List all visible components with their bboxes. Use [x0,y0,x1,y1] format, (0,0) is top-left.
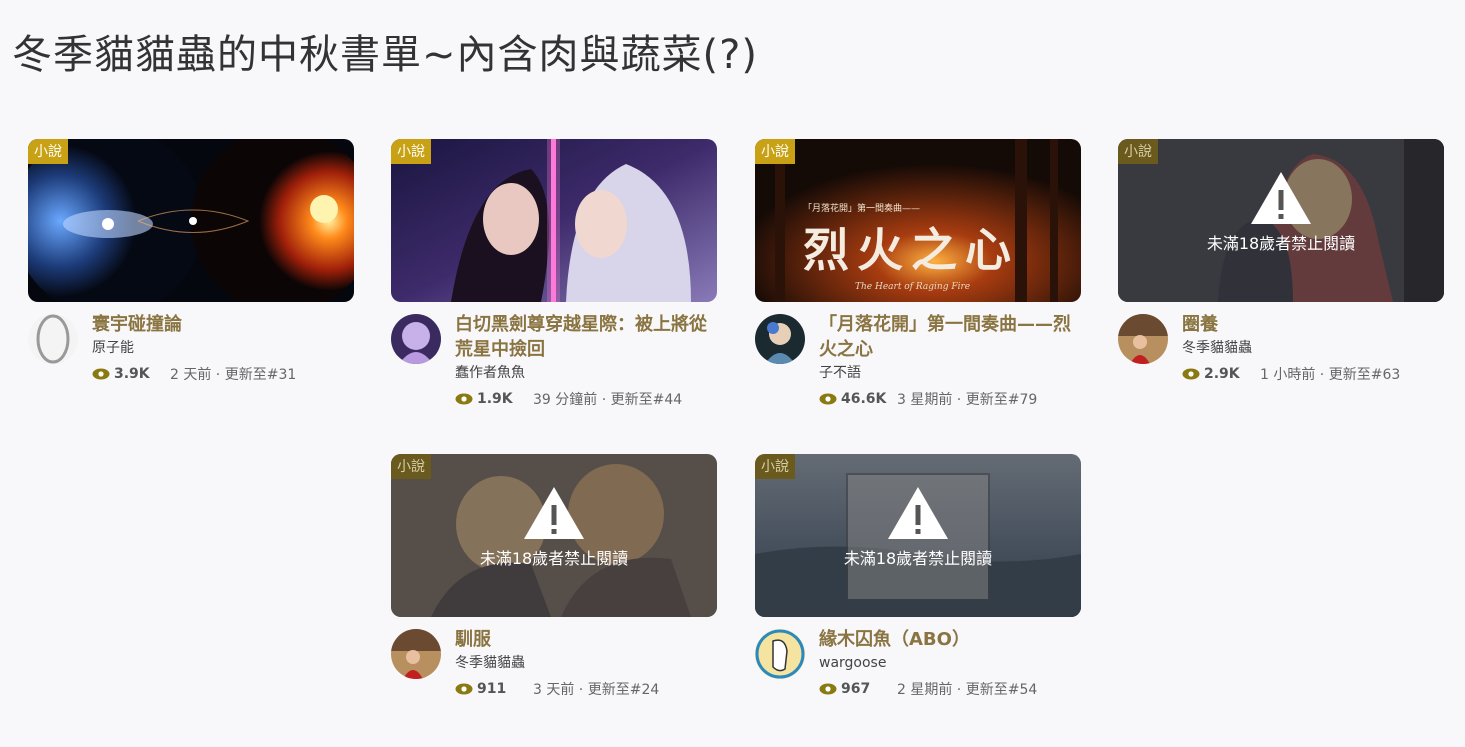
book-card[interactable]: 小說 白切黑劍尊穿越星際：被上將從荒星中撿回 蠢作者魚魚 1.9K 39 分鐘前… [391,139,717,432]
eye-icon [455,393,473,405]
book-title[interactable]: 馴服 [455,627,717,652]
book-title[interactable]: 寰宇碰撞論 [92,312,354,337]
book-title[interactable]: 白切黑劍尊穿越星際：被上將從荒星中撿回 [455,312,717,362]
category-tag: 小說 [391,139,431,164]
age-restriction-overlay: 未滿18歲者禁止閱讀 [755,454,1081,617]
warning-icon [524,486,584,539]
book-cover[interactable]: 小說 [28,139,354,302]
warning-icon [888,486,948,539]
warning-icon [1251,171,1311,224]
update-info: 2 星期前 · 更新至#54 [897,682,1038,698]
view-count: 3.9K [114,366,150,382]
author-avatar[interactable] [755,629,805,679]
book-card[interactable]: 小說 未滿18歲者禁止閱讀 馴服 冬季貓貓蟲 911 3 天前 · 更新至#24 [391,454,717,747]
book-cover[interactable]: 小說 未滿18歲者禁止閱讀 [755,454,1081,617]
book-card[interactable]: 小說 「月落花開」第一間奏曲—— 烈火之心 The Heart of Ragin… [755,139,1081,432]
book-cover[interactable]: 小說 「月落花開」第一間奏曲—— 烈火之心 The Heart of Ragin… [755,139,1081,302]
view-count: 967 [841,681,871,697]
update-info: 3 星期前 · 更新至#79 [897,392,1038,408]
author-avatar[interactable] [755,314,805,364]
eye-icon [1182,368,1200,380]
book-cover[interactable]: 小說 未滿18歲者禁止閱讀 [1118,139,1444,302]
view-count: 2.9K [1204,366,1240,382]
author-name[interactable]: 蠢作者魚魚 [455,363,717,383]
view-count: 911 [477,681,507,697]
eye-icon [819,393,837,405]
category-tag: 小說 [391,454,431,479]
book-card[interactable]: 小說 未滿18歲者禁止閱讀 圈養 冬季貓貓蟲 2.9K 1 小時前 · 更新至#… [1118,139,1444,432]
book-card[interactable]: 小說 未滿18歲者禁止閱讀 緣木囚魚（ABO） wargoose 967 2 星… [755,454,1081,747]
book-title[interactable]: 「月落花開」第一間奏曲——烈火之心 [819,312,1081,362]
cover-image: 「月落花開」第一間奏曲—— 烈火之心 The Heart of Raging F… [755,139,1081,302]
category-tag: 小說 [1118,139,1158,164]
author-avatar[interactable] [391,314,441,364]
age-restriction-overlay: 未滿18歲者禁止閱讀 [1118,139,1444,302]
age-restriction-text: 未滿18歲者禁止閱讀 [479,548,629,568]
author-name[interactable]: 子不語 [819,363,1081,383]
author-name[interactable]: 原子能 [92,338,354,358]
age-restriction-text: 未滿18歲者禁止閱讀 [1206,233,1356,253]
update-info: 39 分鐘前 · 更新至#44 [533,392,683,408]
book-cover[interactable]: 小說 [391,139,717,302]
age-restriction-overlay: 未滿18歲者禁止閱讀 [391,454,717,617]
view-count: 1.9K [477,391,513,407]
book-title[interactable]: 圈養 [1182,312,1444,337]
eye-icon [92,368,110,380]
eye-icon [819,683,837,695]
author-avatar[interactable] [391,629,441,679]
update-info: 3 天前 · 更新至#24 [533,682,660,698]
cover-image [28,139,354,302]
eye-icon [455,683,473,695]
author-name[interactable]: 冬季貓貓蟲 [1182,338,1444,358]
author-name[interactable]: 冬季貓貓蟲 [455,653,717,673]
page-title: 冬季貓貓蟲的中秋書單~內含肉與蔬菜(?) [12,32,758,78]
svg-text:「月落花開」第一間奏曲——: 「月落花開」第一間奏曲—— [803,202,920,214]
update-info: 1 小時前 · 更新至#63 [1260,367,1401,383]
book-title[interactable]: 緣木囚魚（ABO） [819,627,1081,652]
book-cover[interactable]: 小說 未滿18歲者禁止閱讀 [391,454,717,617]
author-name[interactable]: wargoose [819,653,1081,673]
category-tag: 小說 [755,454,795,479]
svg-text:The Heart of Raging Fire: The Heart of Raging Fire [855,282,970,292]
view-count: 46.6K [841,391,887,407]
update-info: 2 天前 · 更新至#31 [170,367,297,383]
cover-image [391,139,717,302]
age-restriction-text: 未滿18歲者禁止閱讀 [843,548,993,568]
category-tag: 小說 [28,139,68,164]
author-avatar[interactable] [1118,314,1168,364]
category-tag: 小說 [755,139,795,164]
svg-text:烈火之心: 烈火之心 [803,223,1019,277]
book-card[interactable]: 小說 寰宇碰撞論 原子能 3.9K 2 天前 · 更新至#31 [28,139,354,432]
author-avatar[interactable] [28,314,78,364]
